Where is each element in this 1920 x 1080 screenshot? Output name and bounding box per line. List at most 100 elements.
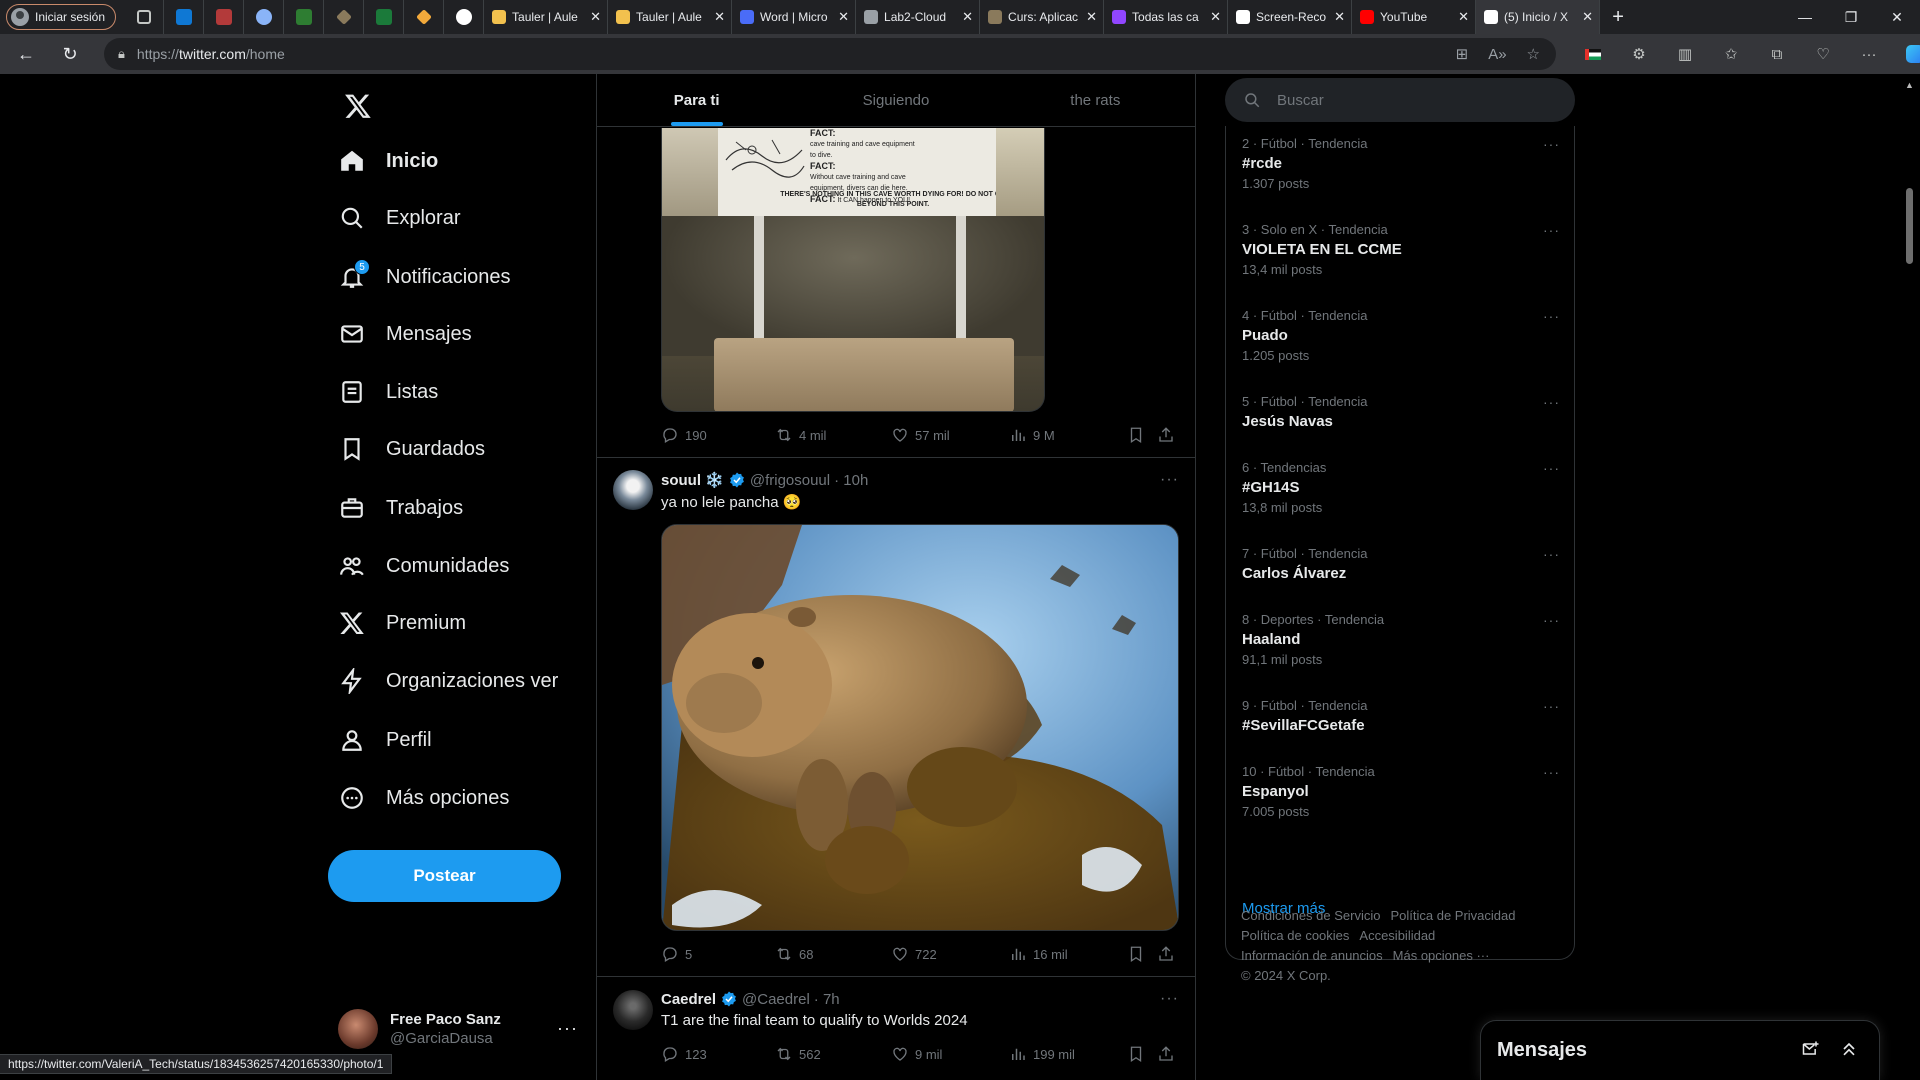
browser-tab[interactable]: Lab2-Cloud ✕ [856, 0, 981, 34]
close-tab-icon[interactable]: ✕ [590, 9, 601, 25]
settings-more-icon[interactable]: ··· [1846, 34, 1892, 74]
favorite-star-icon[interactable]: ☆ [1527, 45, 1540, 63]
tweet-time[interactable]: · 7h [814, 991, 840, 1008]
share-icon[interactable] [1157, 426, 1175, 444]
more-dots-icon[interactable]: ··· [1543, 308, 1560, 324]
footer-link[interactable]: Accesibilidad [1359, 928, 1435, 943]
profile-button[interactable]: Iniciar sesión [6, 4, 117, 30]
pinned-tab-green[interactable] [284, 0, 325, 34]
more-dots-icon[interactable]: ··· [1543, 698, 1560, 714]
close-tab-icon[interactable]: ✕ [714, 9, 725, 25]
bookmark-icon[interactable] [1127, 426, 1145, 444]
like-button[interactable]: 57 mil [891, 426, 950, 444]
verified-badge-icon[interactable] [720, 990, 738, 1008]
page-scrollbar[interactable]: ▲ [1902, 74, 1918, 1080]
views-button[interactable]: 199 mil [1009, 1045, 1075, 1063]
bookmark-icon[interactable] [1127, 945, 1145, 963]
tab-para-ti[interactable]: Para ti [597, 74, 796, 126]
scrollbar-thumb[interactable] [1906, 188, 1913, 264]
nav-item-perfil[interactable]: Perfil [338, 715, 432, 765]
browser-tab[interactable]: YouTube ✕ [1352, 0, 1477, 34]
close-tab-icon[interactable]: ✕ [1458, 9, 1469, 25]
footer-link[interactable]: Más opciones ··· [1393, 948, 1490, 963]
lock-icon[interactable]: 🔒︎ [118, 46, 125, 62]
scroll-up-icon[interactable]: ▲ [1905, 80, 1914, 90]
bookmark-icon[interactable] [1127, 1045, 1145, 1063]
close-window-icon[interactable]: ✕ [1874, 0, 1920, 34]
pinned-tab-red[interactable] [204, 0, 245, 34]
trend-item[interactable]: 6 · Tendencias #GH14S 13,8 mil posts ··· [1242, 460, 1560, 515]
footer-link[interactable]: Información de anuncios [1241, 948, 1383, 963]
extensions-icon[interactable]: ⚙ [1616, 34, 1662, 74]
nav-item-guardados[interactable]: Guardados [338, 424, 485, 474]
trend-item[interactable]: 10 · Fútbol · Tendencia Espanyol 7.005 pos… [1242, 764, 1560, 819]
browser-tab[interactable]: Screen-Reco ✕ [1228, 0, 1353, 34]
more-dots-icon[interactable]: ··· [1160, 990, 1179, 1008]
nav-item-mensajes[interactable]: Mensajes [338, 309, 472, 359]
footer-link[interactable]: Política de cookies [1241, 928, 1349, 943]
author-handle[interactable]: @Caedrel [742, 991, 810, 1008]
split-screen-icon[interactable]: ▥ [1662, 34, 1708, 74]
share-icon[interactable] [1157, 1045, 1175, 1063]
new-message-icon[interactable] [1801, 1039, 1821, 1059]
close-tab-icon[interactable]: ✕ [1582, 9, 1593, 25]
new-tab-button[interactable]: + [1600, 6, 1636, 29]
more-dots-icon[interactable]: ··· [1543, 546, 1560, 562]
tweet-time[interactable]: · 10h [834, 472, 868, 489]
minimize-icon[interactable]: — [1782, 0, 1828, 34]
nav-item-trabajos[interactable]: Trabajos [338, 483, 463, 533]
nav-item-notificaciones[interactable]: 5 Notificaciones [338, 252, 511, 302]
nav-item-listas[interactable]: Listas [338, 367, 438, 417]
browser-tab[interactable]: Word | Micro ✕ [732, 0, 857, 34]
more-dots-icon[interactable]: ··· [1543, 222, 1560, 238]
account-switcher[interactable]: Free Paco Sanz @GarciaDausa ··· [338, 1002, 578, 1056]
back-icon[interactable]: ← [8, 38, 44, 70]
nav-item-inicio[interactable]: Inicio [338, 136, 438, 186]
more-dots-icon[interactable]: ··· [1543, 764, 1560, 780]
views-button[interactable]: 16 mil [1009, 945, 1068, 963]
tab-siguiendo[interactable]: Siguiendo [796, 74, 995, 126]
trend-item[interactable]: 3 · Solo en X · Tendencia VIOLETA EN EL C… [1242, 222, 1560, 277]
more-dots-icon[interactable]: ··· [557, 1018, 578, 1039]
nav-item-explorar[interactable]: Explorar [338, 193, 460, 243]
trend-item[interactable]: 9 · Fútbol · Tendencia #SevillaFCGetafe ··… [1242, 698, 1560, 734]
share-icon[interactable] [1157, 945, 1175, 963]
close-tab-icon[interactable]: ✕ [1334, 9, 1345, 25]
tweet-image-cave-sign[interactable]: FACT: cave training and cave equipment t… [661, 128, 1045, 412]
trend-item[interactable]: 4 · Fútbol · Tendencia Puado 1.205 posts ··… [1242, 308, 1560, 363]
browser-tab[interactable]: Tauler | Aule ✕ [484, 0, 609, 34]
browser-tab[interactable]: (5) Inicio / X ✕ [1476, 0, 1601, 34]
post-button[interactable]: Postear [328, 850, 561, 902]
tweet-image-capybara[interactable] [661, 524, 1179, 931]
like-button[interactable]: 9 mil [891, 1045, 942, 1063]
pinned-tab-orange[interactable] [404, 0, 445, 34]
close-tab-icon[interactable]: ✕ [838, 9, 849, 25]
address-field[interactable]: 🔒︎ https://twitter.com/home ⊞ A» ☆ [104, 38, 1556, 70]
tab-the-rats[interactable]: the rats [996, 74, 1195, 126]
close-tab-icon[interactable]: ✕ [1210, 9, 1221, 25]
more-dots-icon[interactable]: ··· [1160, 471, 1179, 489]
retweet-button[interactable]: 4 mil [775, 426, 826, 444]
browser-tab[interactable]: Todas las ca ✕ [1104, 0, 1229, 34]
trend-item[interactable]: 5 · Fútbol · Tendencia Jesús Navas ··· [1242, 394, 1560, 430]
footer-link[interactable]: Condiciones de Servicio [1241, 908, 1380, 923]
author-name[interactable]: Caedrel [661, 991, 716, 1008]
collections-icon[interactable]: ⧉ [1754, 34, 1800, 74]
close-tab-icon[interactable]: ✕ [1086, 9, 1097, 25]
favorites-icon[interactable]: ✩ [1708, 34, 1754, 74]
more-dots-icon[interactable]: ··· [1543, 136, 1560, 152]
browser-tab[interactable]: Tauler | Aule ✕ [608, 0, 733, 34]
browser-essentials-icon[interactable]: ♡ [1800, 34, 1846, 74]
app-available-icon[interactable]: ⊞ [1456, 45, 1469, 63]
avatar[interactable] [613, 990, 653, 1030]
copilot-icon[interactable] [1892, 34, 1920, 74]
retweet-button[interactable]: 68 [775, 945, 813, 963]
views-button[interactable]: 9 M [1009, 426, 1055, 444]
more-dots-icon[interactable]: ··· [1543, 394, 1560, 410]
expand-up-icon[interactable] [1839, 1039, 1859, 1059]
footer-link[interactable]: Política de Privacidad [1390, 908, 1515, 923]
reply-button[interactable]: 190 [661, 426, 707, 444]
search-input[interactable]: Buscar [1225, 78, 1575, 122]
pinned-tab-globe[interactable] [244, 0, 285, 34]
browser-tab[interactable]: Curs: Aplicac ✕ [980, 0, 1105, 34]
